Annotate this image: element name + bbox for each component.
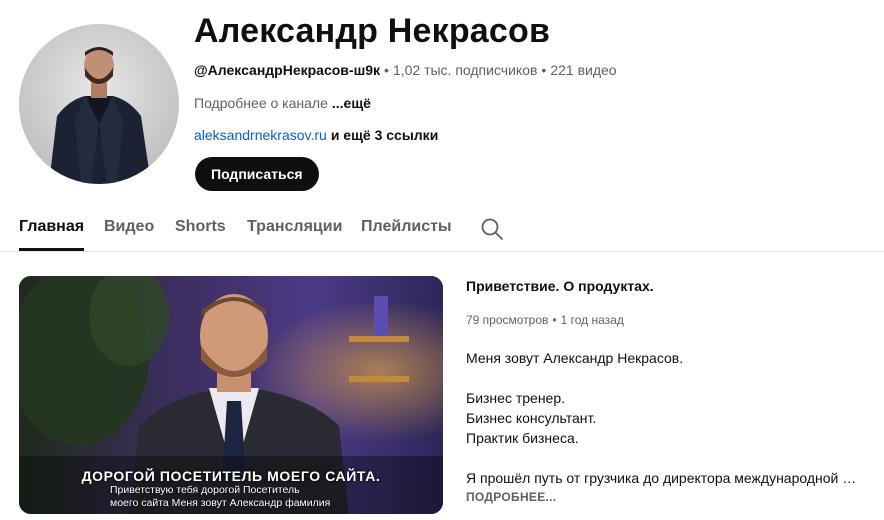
meta-separator: • <box>541 62 547 78</box>
caption-line: моего сайта Меня зовут Александр фамилия <box>110 497 331 509</box>
subscriber-count: 1,02 тыс. подписчиков <box>392 62 538 78</box>
meta-separator: • <box>384 62 389 78</box>
description-line: Практик бизнеса. <box>466 430 579 446</box>
featured-video-title[interactable]: Приветствие. О продуктах. <box>466 278 654 294</box>
channel-name: Александр Некрасов <box>194 12 551 50</box>
caption-title: ДОРОГОЙ ПОСЕТИТЕЛЬ МОЕГО САЙТА. <box>81 468 381 484</box>
featured-video-thumbnail[interactable]: ДОРОГОЙ ПОСЕТИТЕЛЬ МОЕГО САЙТА. Приветст… <box>19 276 443 514</box>
featured-video-description: Меня зовут Александр Некрасов. Бизнес тр… <box>466 348 866 488</box>
description-line: Меня зовут Александр Некрасов. <box>466 350 684 366</box>
read-more-button[interactable]: ПОДРОБНЕЕ... <box>466 490 556 504</box>
tab-shorts[interactable]: Shorts <box>175 205 226 251</box>
channel-avatar[interactable] <box>19 24 179 184</box>
tab-live[interactable]: Трансляции <box>247 205 342 251</box>
channel-tabs: Главная Видео Shorts Трансляции Плейлист… <box>0 205 884 252</box>
tab-home[interactable]: Главная <box>19 205 85 251</box>
tab-videos[interactable]: Видео <box>104 205 154 251</box>
channel-about[interactable]: Подробнее о канале ...ещё <box>194 95 371 111</box>
featured-video-meta: 79 просмотров • 1 год назад <box>466 313 624 327</box>
channel-handle: @АлександрНекрасов-ш9к <box>194 62 381 78</box>
channel-website-link[interactable]: aleksandrnekrasov.ru <box>194 127 327 143</box>
about-text: Подробнее о канале <box>194 95 328 111</box>
caption-line: Приветствую тебя дорогой Посетитель <box>110 484 300 496</box>
video-count: 221 видео <box>550 62 617 78</box>
channel-links: aleksandrnekrasov.ru и ещё 3 ссылки <box>194 127 438 143</box>
upload-age: 1 год назад <box>560 313 624 327</box>
view-count: 79 просмотров <box>466 313 549 327</box>
meta-separator: • <box>552 313 557 327</box>
search-icon[interactable] <box>480 217 504 241</box>
description-line: Я прошёл путь от грузчика до директора м… <box>466 470 857 486</box>
more-links-button[interactable]: и ещё 3 ссылки <box>331 127 438 143</box>
subscribe-button[interactable]: Подписаться <box>195 157 319 191</box>
description-line: Бизнес тренер. <box>466 390 566 406</box>
tab-playlists[interactable]: Плейлисты <box>361 205 452 251</box>
caption-subtitle: Приветствую тебя дорогой Посетитель моег… <box>110 484 330 510</box>
about-more-link[interactable]: ...ещё <box>332 95 371 111</box>
channel-meta: @АлександрНекрасов-ш9к • 1,02 тыс. подписч… <box>194 62 617 78</box>
description-line: Бизнес консультант. <box>466 410 597 426</box>
